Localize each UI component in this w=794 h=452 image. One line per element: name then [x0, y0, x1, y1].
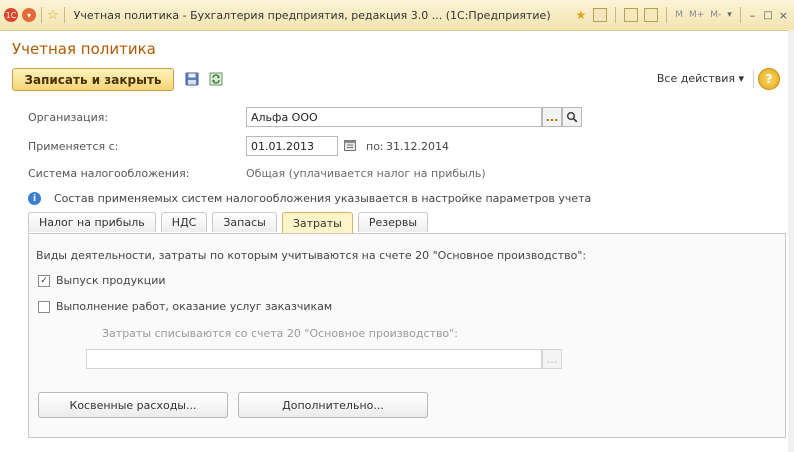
organization-select-button[interactable]: ...	[542, 107, 562, 127]
app-logo-icon[interactable]: 1С	[4, 8, 18, 22]
product-output-checkbox[interactable]: ✓	[38, 275, 50, 287]
search-icon[interactable]	[562, 107, 582, 127]
writeoff-label: Затраты списываются со счета 20 "Основно…	[102, 327, 458, 340]
calendar-icon[interactable]	[344, 139, 356, 151]
services-checkbox[interactable]	[38, 301, 50, 313]
applies-from-date-field[interactable]: 01.01.2013	[246, 136, 338, 156]
tax-system-label: Система налогообложения:	[28, 167, 190, 180]
form-toolbar: Записать и закрыть Все действия ▾ ?	[12, 68, 788, 94]
tab-income-tax[interactable]: Налог на прибыль	[28, 212, 156, 232]
organization-label: Организация:	[28, 111, 109, 124]
applies-to-label: по:	[366, 140, 384, 153]
window-edge	[788, 30, 794, 452]
favorites-star-icon[interactable]: ☆	[47, 8, 59, 23]
all-actions-menu[interactable]: Все действия ▾	[657, 72, 744, 85]
calendar-icon[interactable]	[644, 8, 659, 22]
additional-button[interactable]: Дополнительно...	[238, 392, 428, 418]
tax-system-value: Общая (уплачивается налог на прибыль)	[246, 167, 486, 180]
info-text: Состав применяемых систем налогообложени…	[54, 192, 592, 205]
titlebar-separator	[615, 7, 617, 23]
minimize-icon[interactable]: –	[750, 9, 756, 22]
dropdown-arrow-icon[interactable]: ▾	[727, 10, 732, 20]
save-and-close-button[interactable]: Записать и закрыть	[12, 68, 174, 91]
menu-arrow-icon[interactable]: ▾	[22, 8, 36, 22]
applies-from-label: Применяется с:	[28, 140, 119, 153]
titlebar-separator	[666, 7, 668, 23]
titlebar-separator	[739, 7, 741, 23]
memory-m-button[interactable]: M	[675, 10, 683, 20]
product-output-label: Выпуск продукции	[56, 274, 166, 287]
tab-reserves[interactable]: Резервы	[357, 212, 429, 232]
memory-mplus-button[interactable]: M+	[689, 10, 704, 20]
memory-mminus-button[interactable]: M-	[710, 10, 721, 20]
tab-vat[interactable]: НДС	[160, 212, 208, 232]
info-icon: i	[28, 192, 41, 205]
toolbar-separator	[753, 70, 754, 88]
costs-heading: Виды деятельности, затраты по которым уч…	[36, 249, 587, 262]
indirect-costs-button[interactable]: Косвенные расходы...	[38, 392, 228, 418]
refresh-icon[interactable]	[208, 71, 224, 87]
history-icon[interactable]	[593, 8, 608, 22]
titlebar-separator	[41, 7, 42, 23]
tab-inventory[interactable]: Запасы	[212, 212, 277, 232]
tab-costs[interactable]: Затраты	[281, 212, 353, 234]
titlebar-separator	[63, 7, 65, 23]
organization-field[interactable]: Альфа ООО	[246, 107, 542, 127]
window-title: Учетная политика - Бухгалтерия предприят…	[73, 8, 551, 22]
save-icon[interactable]	[184, 71, 200, 87]
window-titlebar: 1С ▾ ☆ Учетная политика - Бухгалтерия пр…	[0, 0, 794, 31]
services-label: Выполнение работ, оказание услуг заказчи…	[56, 300, 333, 313]
maximize-icon[interactable]: □	[763, 10, 772, 21]
calculator-icon[interactable]	[624, 8, 639, 22]
applies-to-value: 31.12.2014	[386, 140, 449, 153]
close-icon[interactable]: ×	[779, 9, 788, 22]
titlebar-controls: ★ M M+ M- ▾ – □ ×	[575, 7, 790, 23]
favorite-star-icon[interactable]: ★	[575, 8, 586, 22]
writeoff-account-field[interactable]	[86, 349, 542, 369]
writeoff-select-button[interactable]: ...	[542, 349, 562, 369]
tab-bar: Налог на прибыль НДС Запасы Затраты Резе…	[28, 212, 433, 234]
help-button[interactable]: ?	[758, 68, 780, 90]
form-title: Учетная политика	[12, 40, 156, 58]
